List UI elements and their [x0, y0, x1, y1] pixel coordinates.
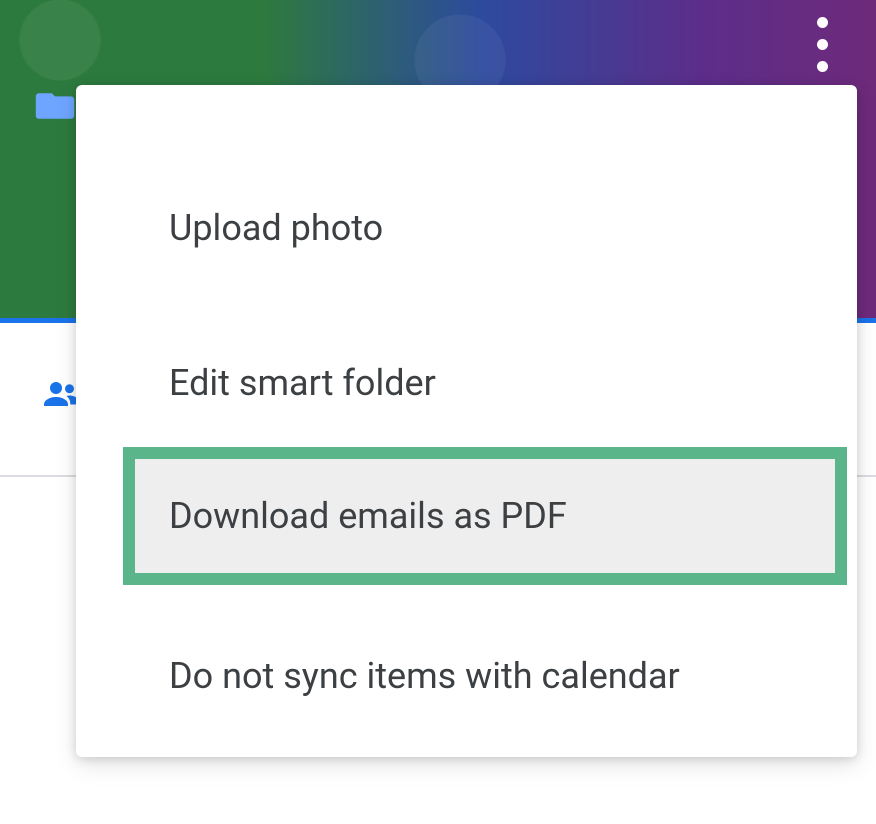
- menu-item-upload-photo[interactable]: Upload photo: [76, 165, 857, 292]
- menu-item-label: Edit smart folder: [169, 362, 436, 404]
- menu-item-label: Download emails as PDF: [169, 495, 567, 537]
- more-vert-icon: [817, 39, 828, 50]
- people-icon: [44, 380, 80, 408]
- menu-item-label: Do not sync items with calendar: [169, 655, 680, 697]
- more-vert-icon: [817, 61, 828, 72]
- more-options-button[interactable]: [804, 14, 840, 74]
- more-vert-icon: [817, 17, 828, 28]
- menu-item-label: Upload photo: [169, 207, 383, 249]
- folder-icon: [34, 90, 76, 122]
- menu-item-edit-smart-folder[interactable]: Edit smart folder: [76, 320, 857, 447]
- menu-item-do-not-sync-calendar[interactable]: Do not sync items with calendar: [76, 613, 857, 740]
- menu-item-download-emails-pdf[interactable]: Download emails as PDF: [123, 447, 847, 586]
- dropdown-menu: Upload photo Edit smart folder Download …: [76, 85, 857, 757]
